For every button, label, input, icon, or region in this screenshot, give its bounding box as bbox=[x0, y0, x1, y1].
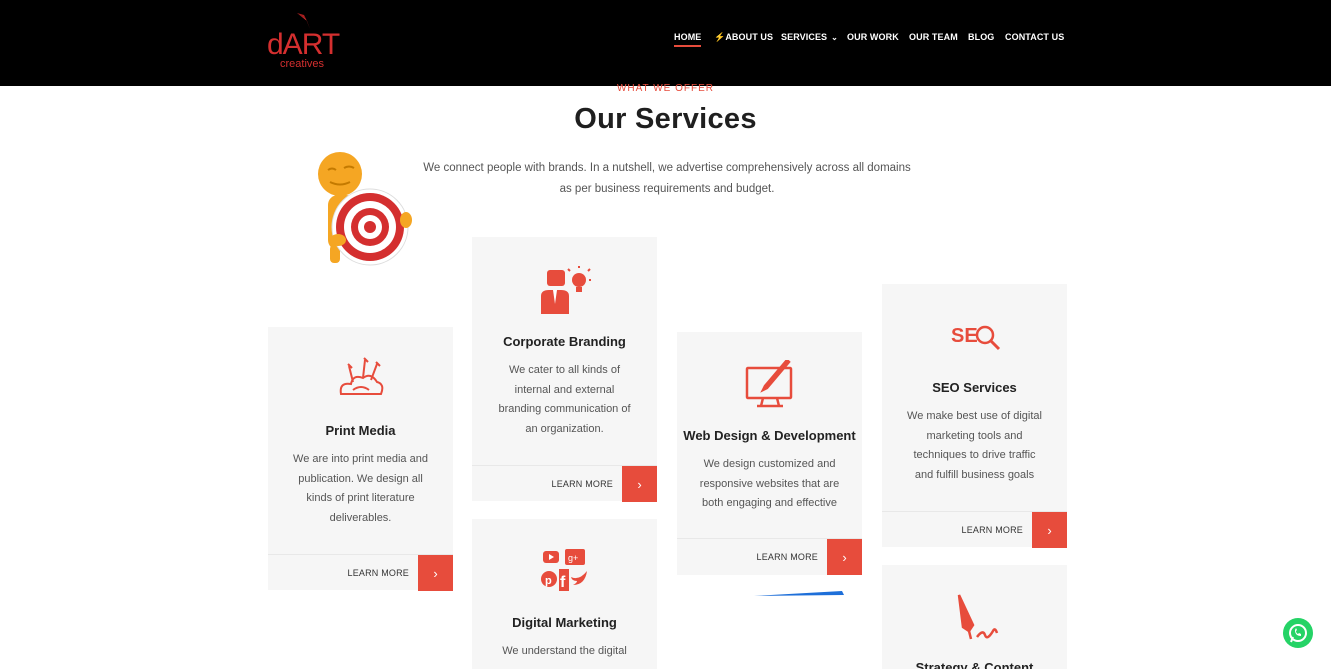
card-description: We understand the digital bbox=[502, 645, 627, 657]
service-card-strategy-content: Strategy & Content bbox=[882, 565, 1067, 669]
card-title: Print Media bbox=[325, 423, 396, 438]
svg-text:SE: SE bbox=[951, 325, 978, 347]
nav-our-work[interactable]: OUR WORK bbox=[847, 31, 899, 43]
nav-services-label: SERVICES bbox=[781, 32, 828, 42]
site-header: dART creatives HOME ⚡ABOUT US SERVICES ⌄ … bbox=[0, 0, 1331, 86]
card-title: Web Design & Development bbox=[683, 428, 856, 443]
card-footer: LEARN MORE › bbox=[268, 554, 453, 591]
learn-more-link[interactable]: LEARN MORE bbox=[551, 478, 613, 490]
chevron-right-icon[interactable]: › bbox=[622, 466, 657, 502]
nav-contact[interactable]: CONTACT US bbox=[1005, 31, 1064, 43]
card-title: Corporate Branding bbox=[503, 334, 626, 349]
section-eyebrow: WHAT WE OFFER bbox=[616, 83, 715, 94]
card-title: Strategy & Content bbox=[915, 660, 1034, 669]
nav-about-label: ABOUT US bbox=[725, 32, 774, 42]
brand-name: dART bbox=[267, 28, 340, 61]
service-card-seo: SE SEO Services We make best use of digi… bbox=[882, 284, 1067, 548]
social-media-icon: g+ p f bbox=[472, 547, 657, 595]
monitor-pen-icon bbox=[677, 360, 862, 410]
print-media-icon bbox=[268, 354, 453, 404]
card-description: We are into print media and publication.… bbox=[293, 453, 428, 525]
nav-blog[interactable]: BLOG bbox=[968, 31, 994, 43]
brand-logo[interactable]: dART creatives bbox=[267, 10, 357, 74]
service-card-web-design: Web Design & Development We design custo… bbox=[677, 332, 862, 575]
section-title: Our Services bbox=[574, 103, 757, 135]
learn-more-link[interactable]: LEARN MORE bbox=[961, 524, 1023, 536]
svg-text:f: f bbox=[560, 574, 566, 591]
card-description: We design customized and responsive webs… bbox=[699, 458, 840, 510]
seo-icon: SE bbox=[882, 320, 1067, 354]
nav-services[interactable]: SERVICES ⌄ bbox=[781, 31, 838, 44]
chevron-down-icon: ⌄ bbox=[831, 33, 838, 42]
blue-stroke-decoration bbox=[754, 591, 844, 596]
service-card-corporate-branding: Corporate Branding We cater to all kinds… bbox=[472, 237, 657, 502]
nav-our-team[interactable]: OUR TEAM bbox=[909, 31, 958, 43]
card-title: Digital Marketing bbox=[512, 615, 617, 630]
nav-about-icon: ⚡ bbox=[714, 32, 726, 42]
card-footer: LEARN MORE › bbox=[472, 465, 657, 502]
learn-more-link[interactable]: LEARN MORE bbox=[756, 551, 818, 563]
learn-more-link[interactable]: LEARN MORE bbox=[347, 567, 409, 579]
service-card-print-media: Print Media We are into print media and … bbox=[268, 327, 453, 591]
card-footer: LEARN MORE › bbox=[882, 511, 1067, 548]
section-intro: We connect people with brands. In a nuts… bbox=[423, 162, 911, 195]
chevron-right-icon[interactable]: › bbox=[418, 555, 453, 591]
svg-text:p: p bbox=[545, 575, 552, 587]
corporate-branding-icon bbox=[472, 266, 657, 316]
card-footer: LEARN MORE › bbox=[677, 538, 862, 575]
whatsapp-button[interactable] bbox=[1283, 618, 1313, 648]
svg-text:g+: g+ bbox=[568, 553, 578, 563]
chevron-right-icon[interactable]: › bbox=[827, 539, 862, 575]
chevron-right-icon[interactable]: › bbox=[1032, 512, 1067, 548]
service-card-digital-marketing: g+ p f Digital Marketing We understand t… bbox=[472, 519, 657, 669]
card-title: SEO Services bbox=[932, 380, 1017, 395]
nav-home[interactable]: HOME bbox=[674, 31, 702, 47]
target-illustration bbox=[318, 152, 412, 266]
card-description: We make best use of digital marketing to… bbox=[907, 410, 1042, 482]
nav-about[interactable]: ⚡ABOUT US bbox=[714, 31, 773, 43]
card-description: We cater to all kinds of internal and ex… bbox=[498, 364, 631, 436]
brand-tagline: creatives bbox=[280, 58, 325, 70]
pen-signature-icon bbox=[882, 591, 1067, 643]
whatsapp-icon bbox=[1289, 624, 1307, 643]
